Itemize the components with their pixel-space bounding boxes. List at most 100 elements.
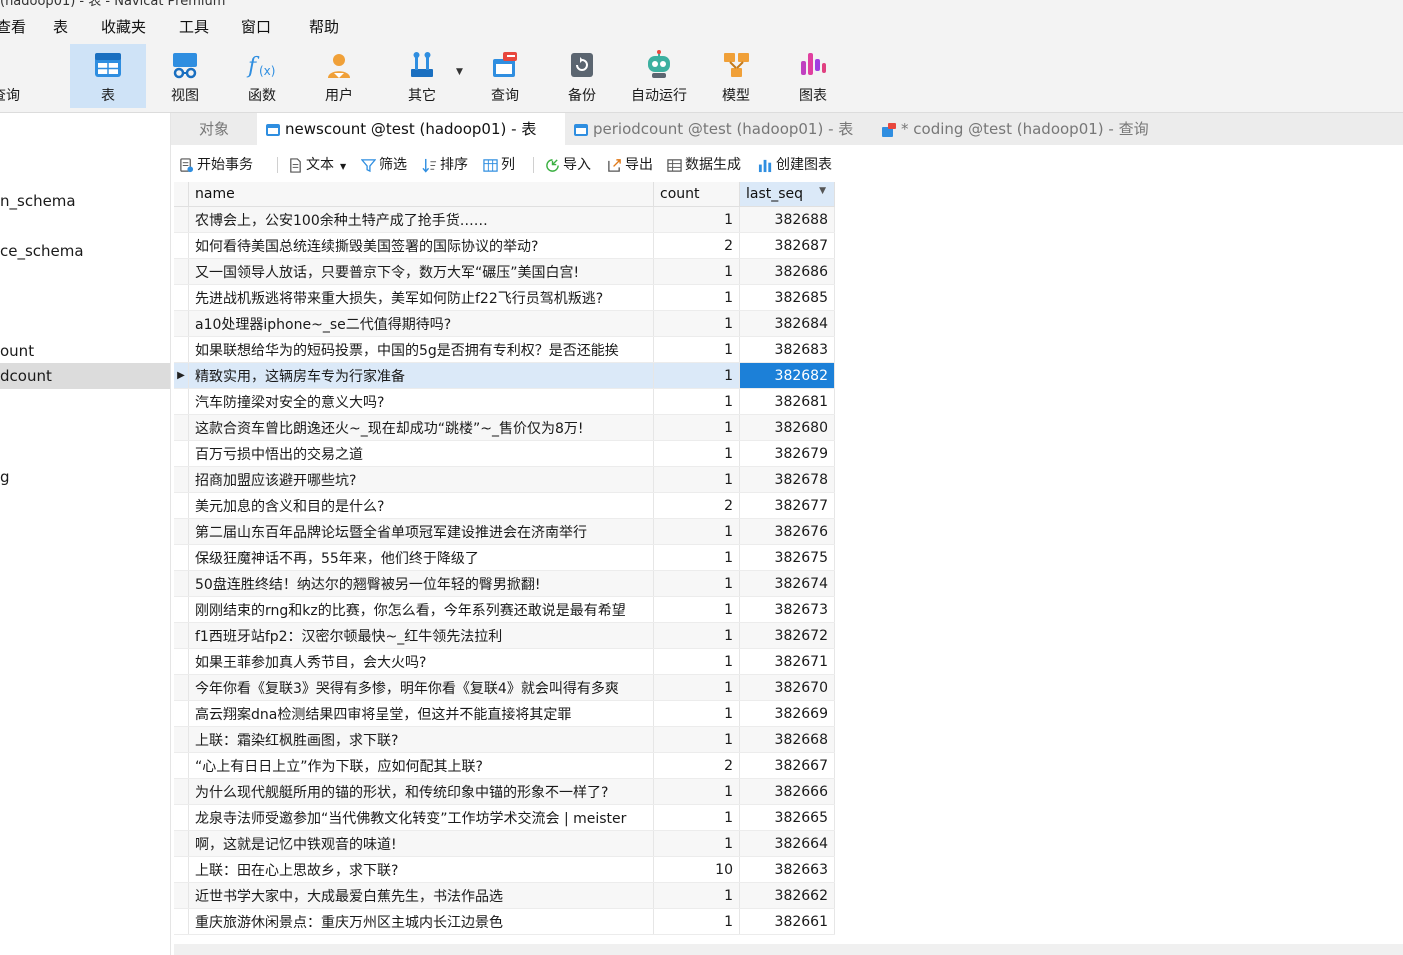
sidebar-item-dcount[interactable]: dcount <box>0 363 170 389</box>
sidebar-item-ce-schema[interactable]: ce_schema <box>0 239 170 263</box>
row-indicator[interactable] <box>174 648 189 675</box>
cell-name[interactable]: 为什么现代舰艇所用的锚的形状，和传统印象中锚的形象不一样了? <box>188 778 654 805</box>
menu-help[interactable]: 帮助 <box>309 16 339 37</box>
row-indicator[interactable] <box>174 492 189 519</box>
cell-count[interactable]: 1 <box>653 362 740 389</box>
cell-last-seq[interactable]: 382668 <box>739 726 835 753</box>
cell-last-seq[interactable]: 382676 <box>739 518 835 545</box>
row-indicator[interactable] <box>174 310 189 337</box>
table-row[interactable]: 50盘连胜终结！纳达尔的翘臀被另一位年轻的臀男掀翻! 1 382674 <box>174 570 835 597</box>
cell-name[interactable]: 如果王菲参加真人秀节目，会大火吗? <box>188 648 654 675</box>
cell-last-seq[interactable]: 382685 <box>739 284 835 311</box>
tab-coding-query[interactable]: * coding @test (hadoop01) - 查询 <box>873 113 1181 145</box>
cell-last-seq[interactable]: 382677 <box>739 492 835 519</box>
cell-count[interactable]: 1 <box>653 830 740 857</box>
ribbon-query-partial[interactable]: 查询 <box>0 44 20 108</box>
cell-last-seq[interactable]: 382687 <box>739 232 835 259</box>
row-indicator[interactable] <box>174 856 189 883</box>
table-row[interactable]: 啊，这就是记忆中铁观音的味道! 1 382664 <box>174 830 835 857</box>
table-row[interactable]: 先进战机叛逃将带来重大损失，美军如何防止f22飞行员驾机叛逃? 1 382685 <box>174 284 835 311</box>
cell-count[interactable]: 1 <box>653 518 740 545</box>
cell-name[interactable]: 今年你看《复联3》哭得有多惨，明年你看《复联4》就会叫得有多爽 <box>188 674 654 701</box>
cell-count[interactable]: 2 <box>653 232 740 259</box>
cell-count[interactable]: 10 <box>653 856 740 883</box>
ribbon-function-button[interactable]: f (x) 函数 <box>224 44 300 108</box>
table-row[interactable]: “心上有日日上立”作为下联，应如何配其上联? 2 382667 <box>174 752 835 779</box>
row-indicator[interactable] <box>174 388 189 415</box>
ribbon-other-button[interactable]: 其它 <box>384 44 460 108</box>
table-row[interactable]: f1西班牙站fp2：汉密尔顿最快~_红牛领先法拉利 1 382672 <box>174 622 835 649</box>
cell-name[interactable]: 如果联想给华为的短码投票，中国的5g是否拥有专利权？是否还能挨 <box>188 336 654 363</box>
table-row[interactable]: 今年你看《复联3》哭得有多惨，明年你看《复联4》就会叫得有多爽 1 382670 <box>174 674 835 701</box>
row-indicator[interactable] <box>174 414 189 441</box>
table-row[interactable]: 高云翔案dna检测结果四审将呈堂，但这并不能直接将其定罪 1 382669 <box>174 700 835 727</box>
row-indicator[interactable] <box>174 622 189 649</box>
import-button[interactable]: 导入 <box>545 153 591 177</box>
cell-count[interactable]: 1 <box>653 466 740 493</box>
table-row[interactable]: 如果王菲参加真人秀节目，会大火吗? 1 382671 <box>174 648 835 675</box>
menu-window[interactable]: 窗口 <box>241 16 271 37</box>
cell-count[interactable]: 1 <box>653 284 740 311</box>
ribbon-view-button[interactable]: 视图 <box>147 44 223 108</box>
table-row[interactable]: 保级狂魔神话不再，55年来，他们终于降级了 1 382675 <box>174 544 835 571</box>
cell-name[interactable]: 50盘连胜终结！纳达尔的翘臀被另一位年轻的臀男掀翻! <box>188 570 654 597</box>
cell-count[interactable]: 1 <box>653 570 740 597</box>
cell-name[interactable]: 汽车防撞梁对安全的意义大吗? <box>188 388 654 415</box>
cell-count[interactable]: 1 <box>653 674 740 701</box>
menu-view[interactable]: 查看 <box>0 16 26 37</box>
cell-last-seq[interactable]: 382669 <box>739 700 835 727</box>
menu-table[interactable]: 表 <box>53 16 68 37</box>
ribbon-automation-button[interactable]: 自动运行 <box>621 44 697 108</box>
tab-objects[interactable]: 对象 <box>171 113 257 145</box>
cell-last-seq[interactable]: 382688 <box>739 206 835 233</box>
tab-newscount[interactable]: newscount @test (hadoop01) - 表 <box>257 113 565 145</box>
table-row[interactable]: 上联：霜染红枫胜画图，求下联? 1 382668 <box>174 726 835 753</box>
row-indicator[interactable] <box>174 466 189 493</box>
cell-last-seq[interactable]: 382680 <box>739 414 835 441</box>
cell-name[interactable]: 上联：田在心上思故乡，求下联? <box>188 856 654 883</box>
cell-name[interactable]: 农博会上，公安100余种土特产成了抢手货…… <box>188 206 654 233</box>
cell-name[interactable]: 先进战机叛逃将带来重大损失，美军如何防止f22飞行员驾机叛逃? <box>188 284 654 311</box>
row-indicator[interactable] <box>174 778 189 805</box>
menu-tools[interactable]: 工具 <box>179 16 209 37</box>
create-chart-button[interactable]: 创建图表 <box>758 153 832 177</box>
row-indicator[interactable] <box>174 284 189 311</box>
row-indicator[interactable] <box>174 674 189 701</box>
table-row[interactable]: 上联：田在心上思故乡，求下联? 10 382663 <box>174 856 835 883</box>
cell-count[interactable]: 1 <box>653 726 740 753</box>
cell-count[interactable]: 1 <box>653 908 740 935</box>
row-indicator[interactable] <box>174 440 189 467</box>
table-row[interactable]: 招商加盟应该避开哪些坑? 1 382678 <box>174 466 835 493</box>
cell-count[interactable]: 1 <box>653 310 740 337</box>
cell-name[interactable]: 百万亏损中悟出的交易之道 <box>188 440 654 467</box>
table-row[interactable]: 百万亏损中悟出的交易之道 1 382679 <box>174 440 835 467</box>
cell-name[interactable]: 如何看待美国总统连续撕毁美国签署的国际协议的举动? <box>188 232 654 259</box>
cell-count[interactable]: 1 <box>653 596 740 623</box>
sidebar-item-ount[interactable]: ount <box>0 339 170 363</box>
cell-count[interactable]: 1 <box>653 336 740 363</box>
cell-last-seq[interactable]: 382664 <box>739 830 835 857</box>
cell-name[interactable]: 精致实用，这辆房车专为行家准备 <box>188 362 654 389</box>
row-indicator[interactable] <box>174 570 189 597</box>
table-row[interactable]: 美元加息的含义和目的是什么? 2 382677 <box>174 492 835 519</box>
cell-count[interactable]: 1 <box>653 544 740 571</box>
ribbon-backup-button[interactable]: 备份 <box>544 44 620 108</box>
cell-name[interactable]: 近世书学大家中，大成最爱白蕉先生，书法作品选 <box>188 882 654 909</box>
cell-name[interactable]: 这款合资车曾比朗逸还火~_现在却成功“跳楼”~_售价仅为8万! <box>188 414 654 441</box>
table-row[interactable]: 为什么现代舰艇所用的锚的形状，和传统印象中锚的形象不一样了? 1 382666 <box>174 778 835 805</box>
cell-name[interactable]: 第二届山东百年品牌论坛暨全省单项冠军建设推进会在济南举行 <box>188 518 654 545</box>
column-header-count[interactable]: count <box>653 182 740 207</box>
table-row[interactable]: 如何看待美国总统连续撕毁美国签署的国际协议的举动? 2 382687 <box>174 232 835 259</box>
table-row[interactable]: 汽车防撞梁对安全的意义大吗? 1 382681 <box>174 388 835 415</box>
cell-count[interactable]: 2 <box>653 492 740 519</box>
table-row[interactable]: a10处理器iphone~_se二代值得期待吗? 1 382684 <box>174 310 835 337</box>
row-indicator[interactable] <box>174 908 189 935</box>
row-indicator[interactable] <box>174 232 189 259</box>
cell-last-seq[interactable]: 382686 <box>739 258 835 285</box>
row-indicator[interactable] <box>174 882 189 909</box>
cell-last-seq[interactable]: 382679 <box>739 440 835 467</box>
row-indicator[interactable] <box>174 752 189 779</box>
cell-count[interactable]: 1 <box>653 388 740 415</box>
cell-name[interactable]: f1西班牙站fp2：汉密尔顿最快~_红牛领先法拉利 <box>188 622 654 649</box>
cell-name[interactable]: 招商加盟应该避开哪些坑? <box>188 466 654 493</box>
